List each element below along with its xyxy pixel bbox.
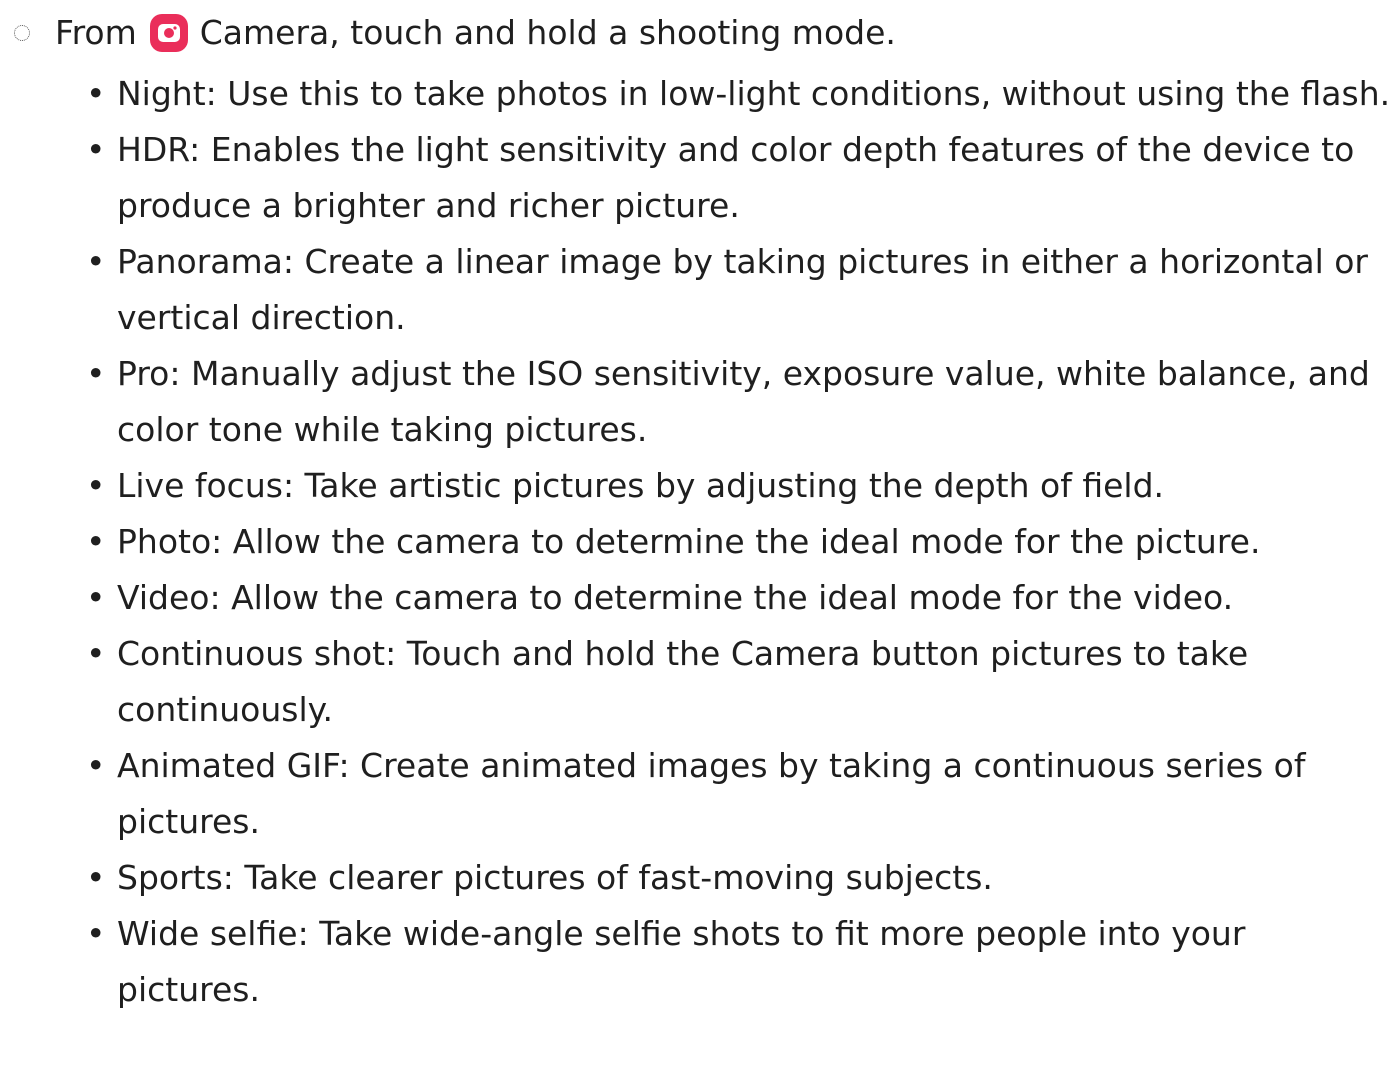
intro-step: From Camera , touch and hold a shooting …	[10, 8, 896, 58]
mode-description: Create a linear image by taking pictures…	[117, 242, 1379, 337]
mode-list-item: • Panorama: Create a linear image by taki…	[86, 234, 1391, 346]
mode-name: Panorama	[117, 242, 283, 281]
mode-name: Continuous shot	[117, 634, 386, 673]
bullet-icon: •	[86, 522, 106, 561]
bullet-icon: •	[86, 746, 106, 785]
mode-separator: :	[211, 522, 233, 561]
mode-separator: :	[338, 746, 361, 785]
mode-description: Allow the camera to determine the ideal …	[232, 522, 1261, 561]
bullet-icon: •	[86, 74, 106, 113]
shooting-mode-list: • Night: Use this to take photos in low-l…	[86, 66, 1391, 1018]
mode-separator: :	[297, 914, 320, 953]
camera-app-name: Camera	[199, 13, 330, 52]
mode-description: Use this to take photos in low-light con…	[227, 74, 1391, 113]
mode-separator: :	[205, 74, 228, 113]
mode-separator: :	[209, 578, 232, 617]
mode-description: Enables the light sensitivity and color …	[117, 130, 1365, 225]
mode-description: Manually adjust the ISO sensitivity, exp…	[117, 354, 1381, 449]
mode-separator: :	[169, 354, 191, 393]
mode-name: Live focus	[117, 466, 283, 505]
mode-description: Allow the camera to determine the ideal …	[231, 578, 1234, 617]
mode-list-item: • Video: Allow the camera to determine th…	[86, 570, 1391, 626]
bullet-icon: •	[86, 354, 106, 393]
mode-separator: :	[282, 466, 305, 505]
mode-description: Take clearer pictures of fast-moving sub…	[244, 858, 993, 897]
bullet-icon: •	[86, 466, 106, 505]
mode-list-item: • Continuous shot: Touch and hold the Cam…	[86, 626, 1391, 738]
mode-separator: :	[222, 858, 245, 897]
mode-list-item: • HDR: Enables the light sensitivity and …	[86, 122, 1391, 234]
mode-list-item: • Pro: Manually adjust the ISO sensitivit…	[86, 346, 1391, 458]
mode-list-item: • Live focus: Take artistic pictures by a…	[86, 458, 1391, 514]
mode-separator: :	[385, 634, 407, 673]
mode-separator: :	[282, 242, 305, 281]
mode-name: Sports	[117, 858, 223, 897]
mode-list-item: • Night: Use this to take photos in low-l…	[86, 66, 1391, 122]
intro-prefix: From	[55, 13, 137, 52]
mode-name: Night	[117, 74, 206, 113]
mode-name: Photo	[117, 522, 212, 561]
bullet-icon: •	[86, 578, 106, 617]
mode-separator: :	[189, 130, 211, 169]
bullet-icon: •	[86, 130, 106, 169]
intro-suffix: , touch and hold a shooting mode.	[329, 13, 896, 52]
mode-name: Wide selfie	[117, 914, 298, 953]
mode-list-item: • Sports: Take clearer pictures of fast-m…	[86, 850, 1391, 906]
mode-name: Video	[117, 578, 210, 617]
bullet-icon: •	[86, 858, 106, 897]
bullet-icon: •	[86, 634, 106, 673]
step-marker-icon	[14, 25, 30, 41]
mode-list-item: • Photo: Allow the camera to determine th…	[86, 514, 1391, 570]
mode-list-item: • Wide selfie: Take wide-angle selfie sho…	[86, 906, 1391, 1018]
camera-app-icon	[149, 14, 188, 52]
mode-description: Take artistic pictures by adjusting the …	[304, 466, 1165, 505]
mode-name: HDR	[117, 130, 190, 169]
bullet-icon: •	[86, 914, 106, 953]
bullet-icon: •	[86, 242, 106, 281]
mode-name: Animated GIF	[117, 746, 339, 785]
mode-list-item: • Animated GIF: Create animated images by…	[86, 738, 1391, 850]
mode-name: Pro	[117, 354, 170, 393]
